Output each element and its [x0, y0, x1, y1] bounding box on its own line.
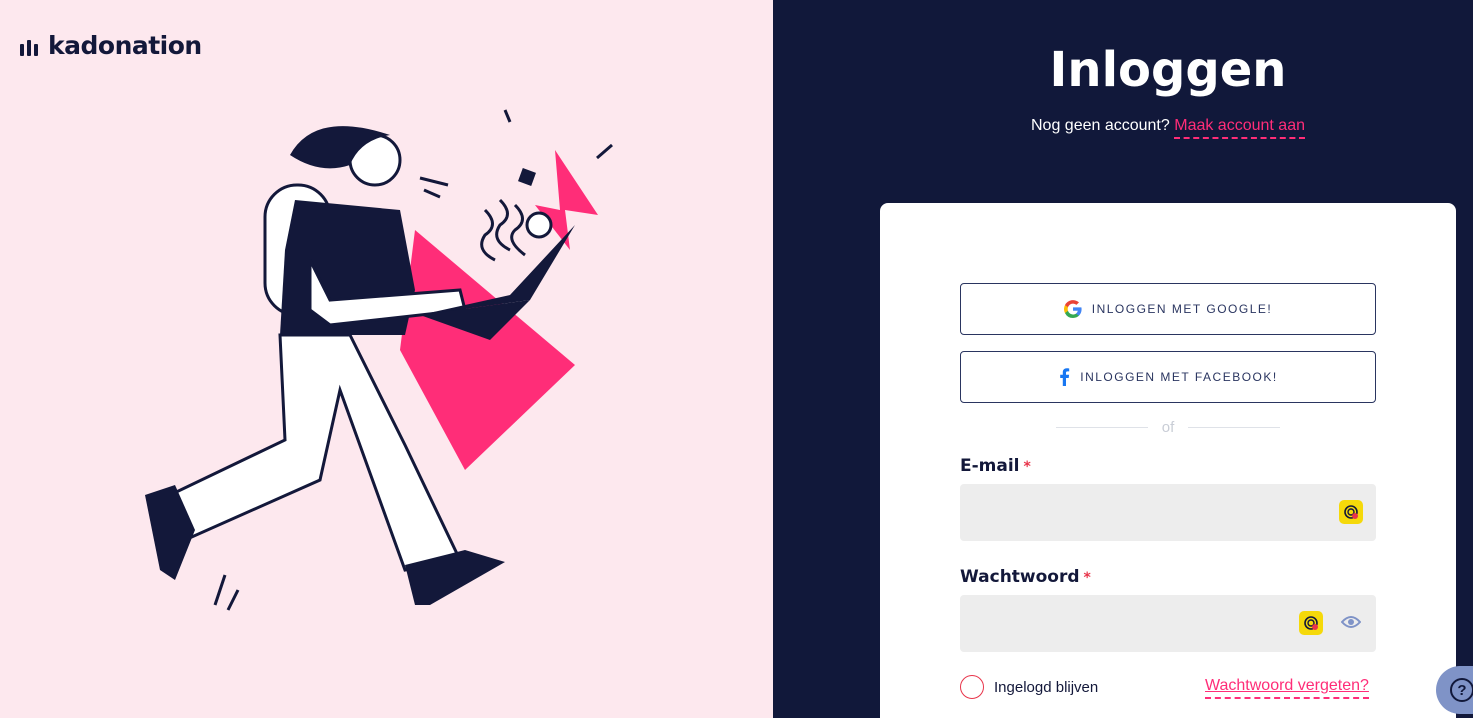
woman-with-laptop-illustration — [145, 109, 613, 611]
password-label-text: Wachtwoord — [960, 567, 1080, 587]
logo-icon — [20, 36, 38, 56]
password-manager-icon[interactable] — [1299, 611, 1323, 635]
signup-prompt: Nog geen account? Maak account aan — [773, 117, 1473, 139]
google-login-label: INLOGGEN MET GOOGLE! — [1091, 302, 1273, 316]
logo[interactable]: kadonation — [20, 31, 202, 60]
divider-line — [1056, 427, 1148, 428]
password-label: Wachtwoord * — [960, 567, 1091, 587]
password-manager-icon[interactable] — [1339, 500, 1363, 524]
question-icon: ? — [1450, 678, 1473, 702]
google-icon — [1063, 300, 1082, 318]
remember-me[interactable]: Ingelogd blijven — [960, 675, 1098, 699]
email-field[interactable] — [960, 484, 1376, 541]
create-account-link[interactable]: Maak account aan — [1174, 117, 1305, 139]
email-label: E-mail * — [960, 456, 1031, 476]
facebook-login-button[interactable]: INLOGGEN MET FACEBOOK! — [960, 351, 1376, 403]
required-mark: * — [1023, 459, 1031, 475]
forgot-password-link[interactable]: Wachtwoord vergeten? — [1205, 677, 1369, 699]
remember-me-label: Ingelogd blijven — [994, 678, 1099, 696]
logo-text: kadonation — [48, 31, 202, 60]
page-title: Inloggen — [1049, 42, 1287, 98]
signup-prompt-text: Nog geen account? — [1031, 117, 1170, 134]
remember-me-radio[interactable] — [960, 675, 984, 699]
google-login-button[interactable]: INLOGGEN MET GOOGLE! — [960, 283, 1376, 335]
login-panel: Inloggen Nog geen account? Maak account … — [773, 0, 1473, 718]
facebook-icon — [1060, 368, 1070, 386]
or-divider: of — [1056, 419, 1281, 436]
facebook-login-label: INLOGGEN MET FACEBOOK! — [1080, 370, 1278, 384]
login-card: INLOGGEN MET GOOGLE! INLOGGEN MET FACEBO… — [880, 203, 1456, 718]
show-password-eye-icon[interactable] — [1341, 614, 1361, 630]
required-mark: * — [1083, 570, 1091, 586]
divider-text: of — [1161, 419, 1175, 436]
divider-line — [1188, 427, 1281, 428]
illustration-panel: kadonation — [0, 0, 773, 718]
email-label-text: E-mail — [960, 456, 1020, 476]
